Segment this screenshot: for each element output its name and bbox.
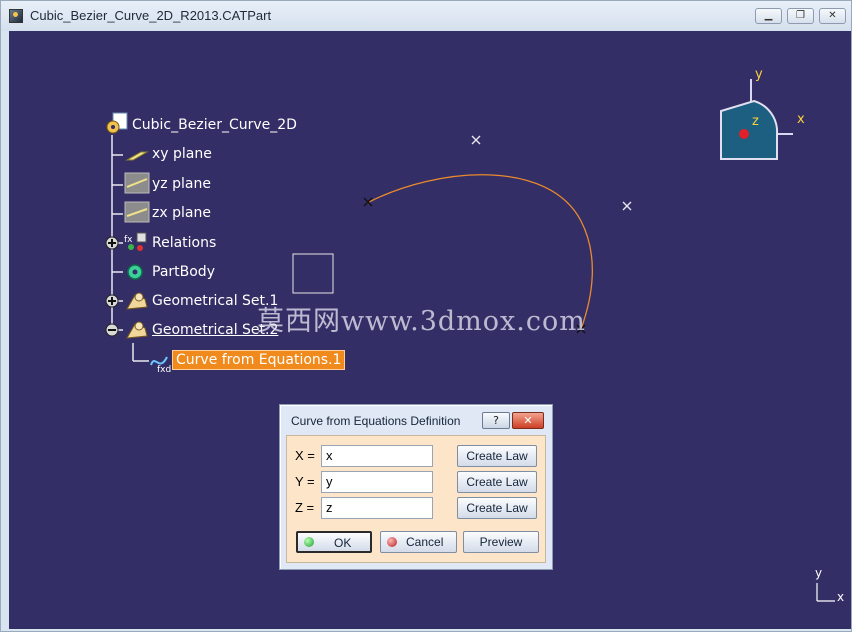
svg-text:fx: fx [124, 235, 133, 245]
minimize-button[interactable]: ▁ [755, 8, 782, 24]
watermark-text: 莫西网www.3dmox.com [257, 306, 586, 337]
y-equation-input[interactable]: y [321, 471, 433, 493]
yz-plane-icon [124, 172, 150, 194]
close-window-button[interactable]: ✕ [819, 8, 846, 24]
cancel-button[interactable]: Cancel [380, 531, 457, 553]
axis-x-label: x [837, 590, 845, 604]
compass-y-label: y [755, 67, 763, 82]
restore-button[interactable]: ❐ [787, 8, 814, 24]
tree-root-label[interactable]: Cubic_Bezier_Curve_2D [132, 117, 297, 133]
minimize-icon: ▁ [764, 10, 773, 21]
tree-item-xy-plane[interactable]: xy plane [152, 146, 212, 162]
compass-x-label: x [797, 112, 805, 127]
z-field-label: Z = [295, 500, 315, 515]
close-icon: ✕ [828, 10, 837, 21]
control-points [471, 135, 632, 211]
x-equation-input[interactable]: x [321, 445, 433, 467]
dialog-close-button[interactable]: ✕ [512, 412, 544, 429]
window-title: Cubic_Bezier_Curve_2D_R2013.CATPart [30, 8, 272, 23]
svg-text:fxd: fxd [157, 365, 171, 375]
ok-button[interactable]: OK [296, 531, 372, 553]
relations-expand-toggle[interactable] [105, 236, 119, 250]
curve-from-equations-dialog: Curve from Equations Definition ? ✕ X = … [279, 404, 553, 570]
selection-box-marker [292, 253, 334, 294]
cancel-red-icon [387, 537, 397, 547]
axis-y-label: y [815, 566, 823, 580]
create-law-z-button[interactable]: Create Law [457, 497, 537, 519]
catia-part-icon [9, 9, 23, 23]
ok-label: OK [334, 536, 352, 550]
zx-plane-icon [124, 201, 150, 223]
create-law-x-button[interactable]: Create Law [457, 445, 537, 467]
cancel-label: Cancel [406, 535, 444, 549]
part-root-icon [106, 112, 128, 134]
tree-item-curve-from-equations[interactable]: Curve from Equations.1 [172, 350, 346, 370]
geometrical-set2-icon [126, 321, 148, 339]
y-field-label: Y = [295, 474, 315, 489]
create-law-y-button[interactable]: Create Law [457, 471, 537, 493]
x-field-label: X = [295, 448, 315, 463]
restore-icon: ❐ [796, 10, 805, 21]
curve-equation-icon: fxd [150, 356, 171, 375]
title-bar[interactable]: Cubic_Bezier_Curve_2D_R2013.CATPart ▁ ❐ … [1, 1, 851, 31]
tree-item-zx-plane[interactable]: zx plane [152, 205, 211, 221]
tree-item-yz-plane[interactable]: yz plane [152, 176, 211, 192]
dialog-body: X = x Create Law Y = y Create Law Z = z … [286, 435, 546, 563]
tree-item-partbody[interactable]: PartBody [152, 264, 215, 280]
z-equation-input[interactable]: z [321, 497, 433, 519]
xy-plane-icon [125, 151, 149, 161]
geoset1-expand-toggle[interactable] [105, 294, 119, 308]
axis-indicator-icon [816, 583, 835, 602]
tree-item-relations[interactable]: Relations [152, 235, 216, 251]
ok-green-icon [304, 537, 314, 547]
geoset2-collapse-toggle[interactable] [105, 323, 119, 337]
relations-icon: fx [124, 232, 147, 251]
preview-button[interactable]: Preview [463, 531, 539, 553]
help-button[interactable]: ? [482, 412, 510, 429]
dialog-title: Curve from Equations Definition [291, 414, 461, 428]
partbody-gear-icon [127, 264, 143, 280]
compass-z-label: z [752, 114, 759, 129]
catia-window: Cubic_Bezier_Curve_2D_R2013.CATPart ▁ ❐ … [0, 0, 852, 632]
geometrical-set1-icon [126, 292, 148, 310]
